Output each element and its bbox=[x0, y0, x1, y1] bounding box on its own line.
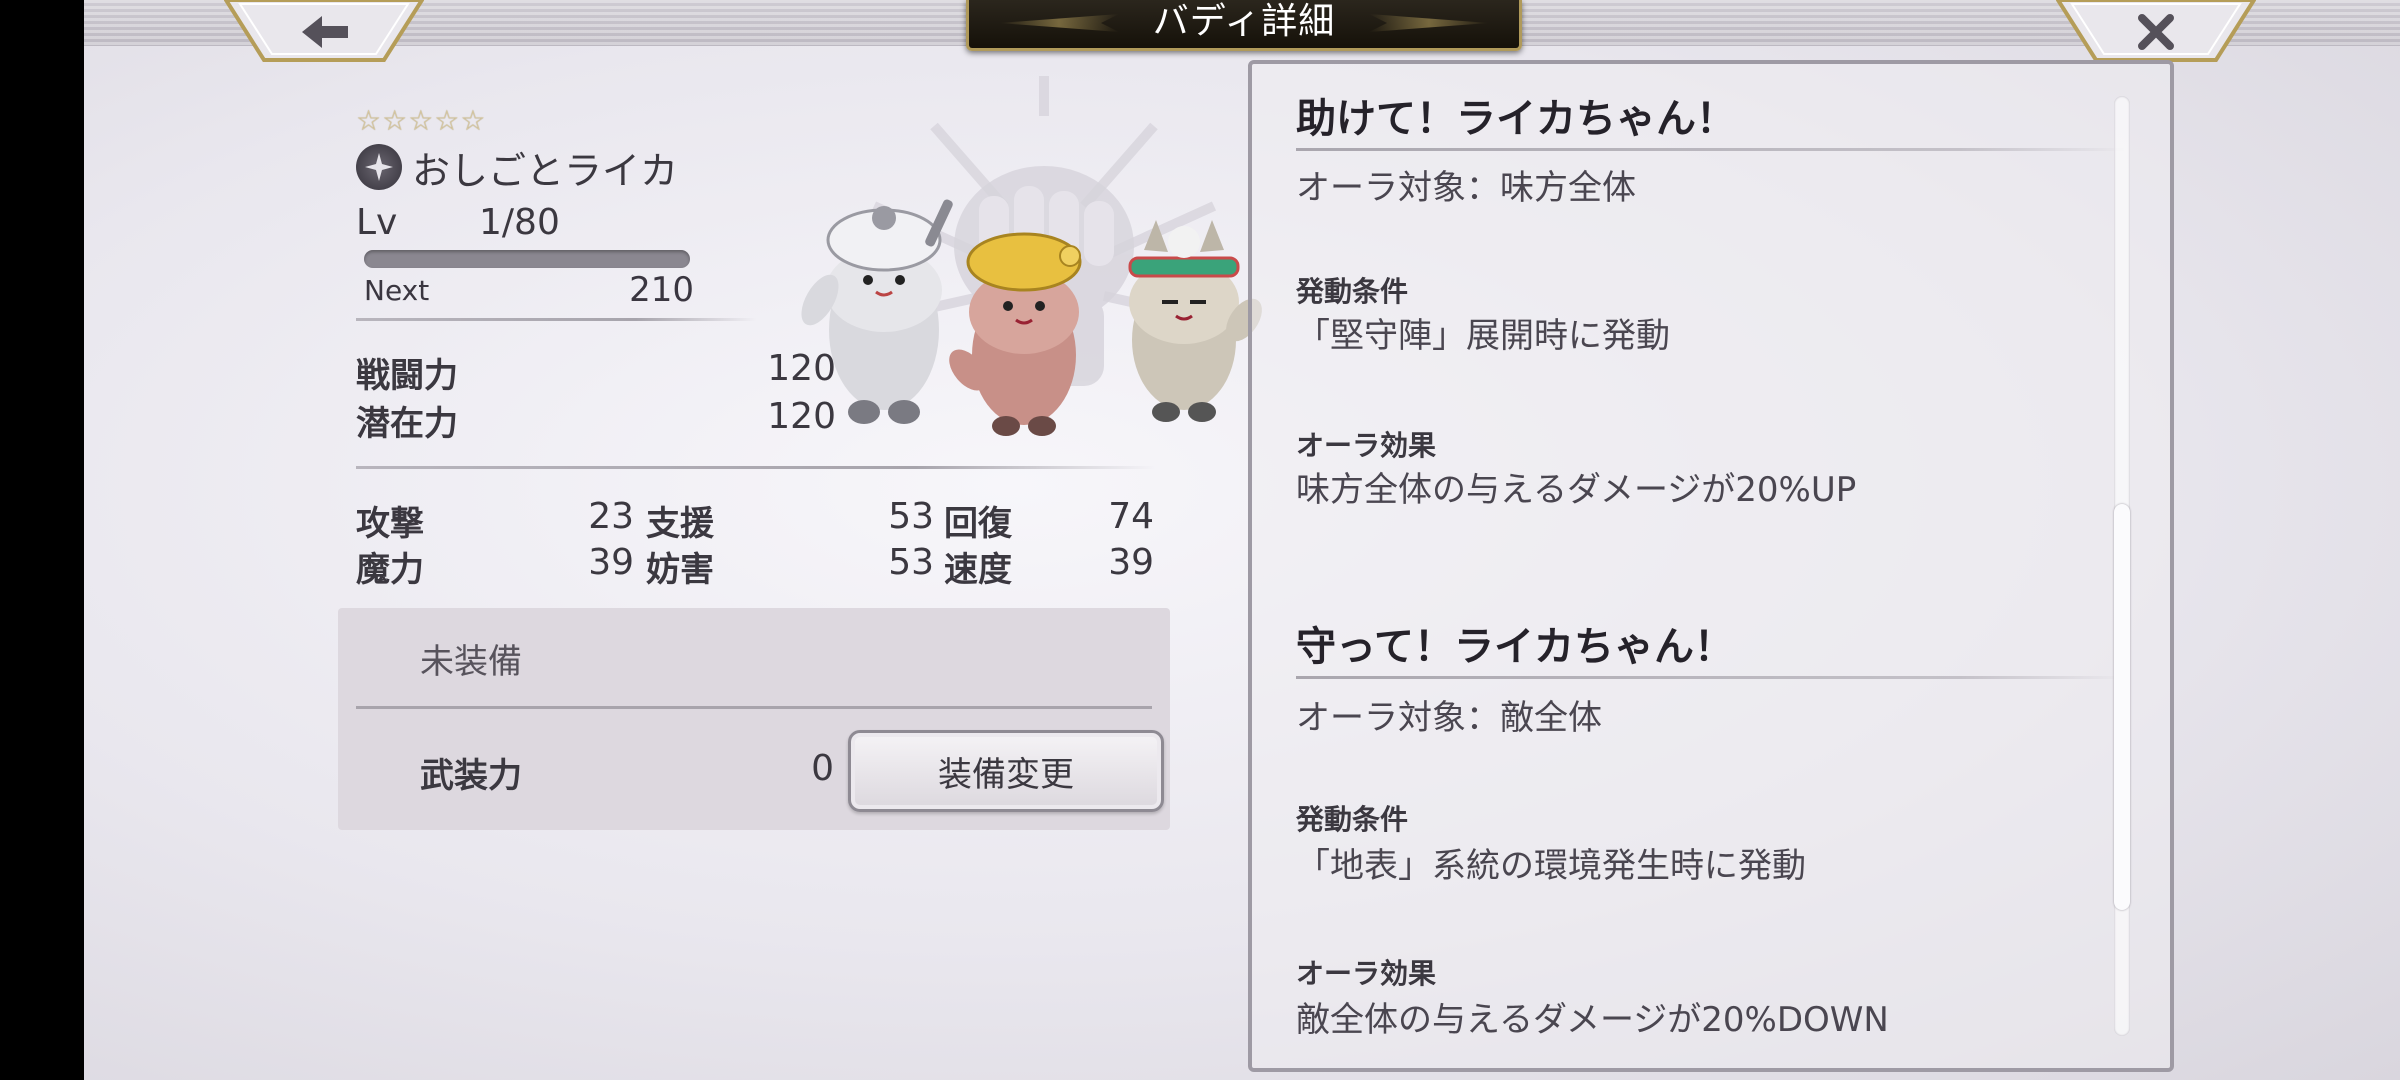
armament-value: 0 bbox=[811, 748, 834, 789]
skills-panel[interactable] bbox=[1248, 60, 2174, 1072]
character-pink-gold-helmet bbox=[949, 232, 1082, 436]
stat-label-support: 支援 bbox=[646, 504, 714, 544]
exp-bar bbox=[364, 250, 690, 268]
skill-condition-header-2: 発動条件 bbox=[1296, 803, 1409, 836]
equipment-status: 未装備 bbox=[420, 642, 522, 682]
buddy-name-row: おしごとライカ bbox=[356, 140, 678, 194]
page-title: バディ詳細 bbox=[1152, 1, 1336, 42]
stat-value-support: 53 bbox=[888, 496, 934, 537]
skill-effect-header-1: オーラ効果 bbox=[1296, 429, 1437, 462]
buddy-characters-image bbox=[801, 199, 1262, 436]
change-equipment-button[interactable]: 装備変更 bbox=[848, 730, 1164, 812]
stat-label-hinder: 妨害 bbox=[646, 550, 714, 590]
close-icon bbox=[2138, 14, 2174, 50]
skill-title-2: 守って！ライカちゃん！ bbox=[1296, 623, 1734, 670]
stat-value-attack: 23 bbox=[588, 496, 634, 537]
character-white-helmet bbox=[801, 199, 953, 424]
skill-effect-1: 味方全体の与えるダメージが20%UP bbox=[1296, 470, 1857, 510]
skill-condition-2: 「地表」系統の環境発生時に発動 bbox=[1296, 846, 1806, 886]
divider-level bbox=[356, 318, 756, 321]
skill-condition-1: 「堅守陣」展開時に発動 bbox=[1296, 316, 1670, 356]
skill-divider-2 bbox=[1296, 676, 2126, 679]
skills-scrollbar-thumb[interactable] bbox=[2114, 504, 2130, 910]
buddy-name: おしごとライカ bbox=[412, 148, 679, 193]
stat-value-magic: 39 bbox=[588, 542, 634, 583]
stat-label-attack: 攻撃 bbox=[356, 504, 424, 544]
stat-label-recovery: 回復 bbox=[944, 504, 1012, 544]
stat-value-recovery: 74 bbox=[1108, 496, 1154, 537]
skill-aura-target-2: オーラ対象：敵全体 bbox=[1296, 698, 1602, 738]
next-label: Next bbox=[364, 274, 430, 307]
equipment-divider bbox=[356, 706, 1152, 709]
skill-effect-2: 敵全体の与えるダメージが20%DOWN bbox=[1296, 1000, 1889, 1040]
level-label: Lv bbox=[356, 202, 398, 243]
armament-label: 武装力 bbox=[420, 756, 522, 796]
level-value: 1/80 bbox=[479, 202, 560, 243]
arrow-left-icon bbox=[302, 16, 348, 48]
close-button[interactable] bbox=[2056, 0, 2256, 64]
stat-value-speed: 39 bbox=[1108, 542, 1154, 583]
skill-title-1: 助けて！ライカちゃん！ bbox=[1296, 95, 1736, 142]
buddy-detail-screen: バディ詳細 ☆☆☆☆☆ おしごとライカ Lv 1/80 Next 210 戦闘力… bbox=[84, 0, 2400, 1080]
power-value: 120 bbox=[767, 348, 836, 389]
stat-label-speed: 速度 bbox=[944, 550, 1012, 590]
skill-aura-target-1: オーラ対象：味方全体 bbox=[1296, 168, 1636, 208]
back-button[interactable] bbox=[224, 0, 424, 64]
rarity-stars: ☆☆☆☆☆ bbox=[356, 104, 487, 137]
element-icon bbox=[356, 144, 402, 190]
potential-label: 潜在力 bbox=[356, 404, 458, 444]
title-plate: バディ詳細 bbox=[966, 0, 1522, 51]
skill-divider-1 bbox=[1296, 148, 2126, 151]
potential-value: 120 bbox=[767, 396, 836, 437]
stat-label-magic: 魔力 bbox=[356, 550, 424, 590]
power-label: 戦闘力 bbox=[356, 356, 458, 396]
stat-value-hinder: 53 bbox=[888, 542, 934, 583]
next-value: 210 bbox=[629, 270, 694, 310]
skill-condition-header-1: 発動条件 bbox=[1296, 275, 1409, 308]
skill-effect-header-2: オーラ効果 bbox=[1296, 957, 1437, 990]
divider-stats bbox=[356, 466, 1156, 469]
